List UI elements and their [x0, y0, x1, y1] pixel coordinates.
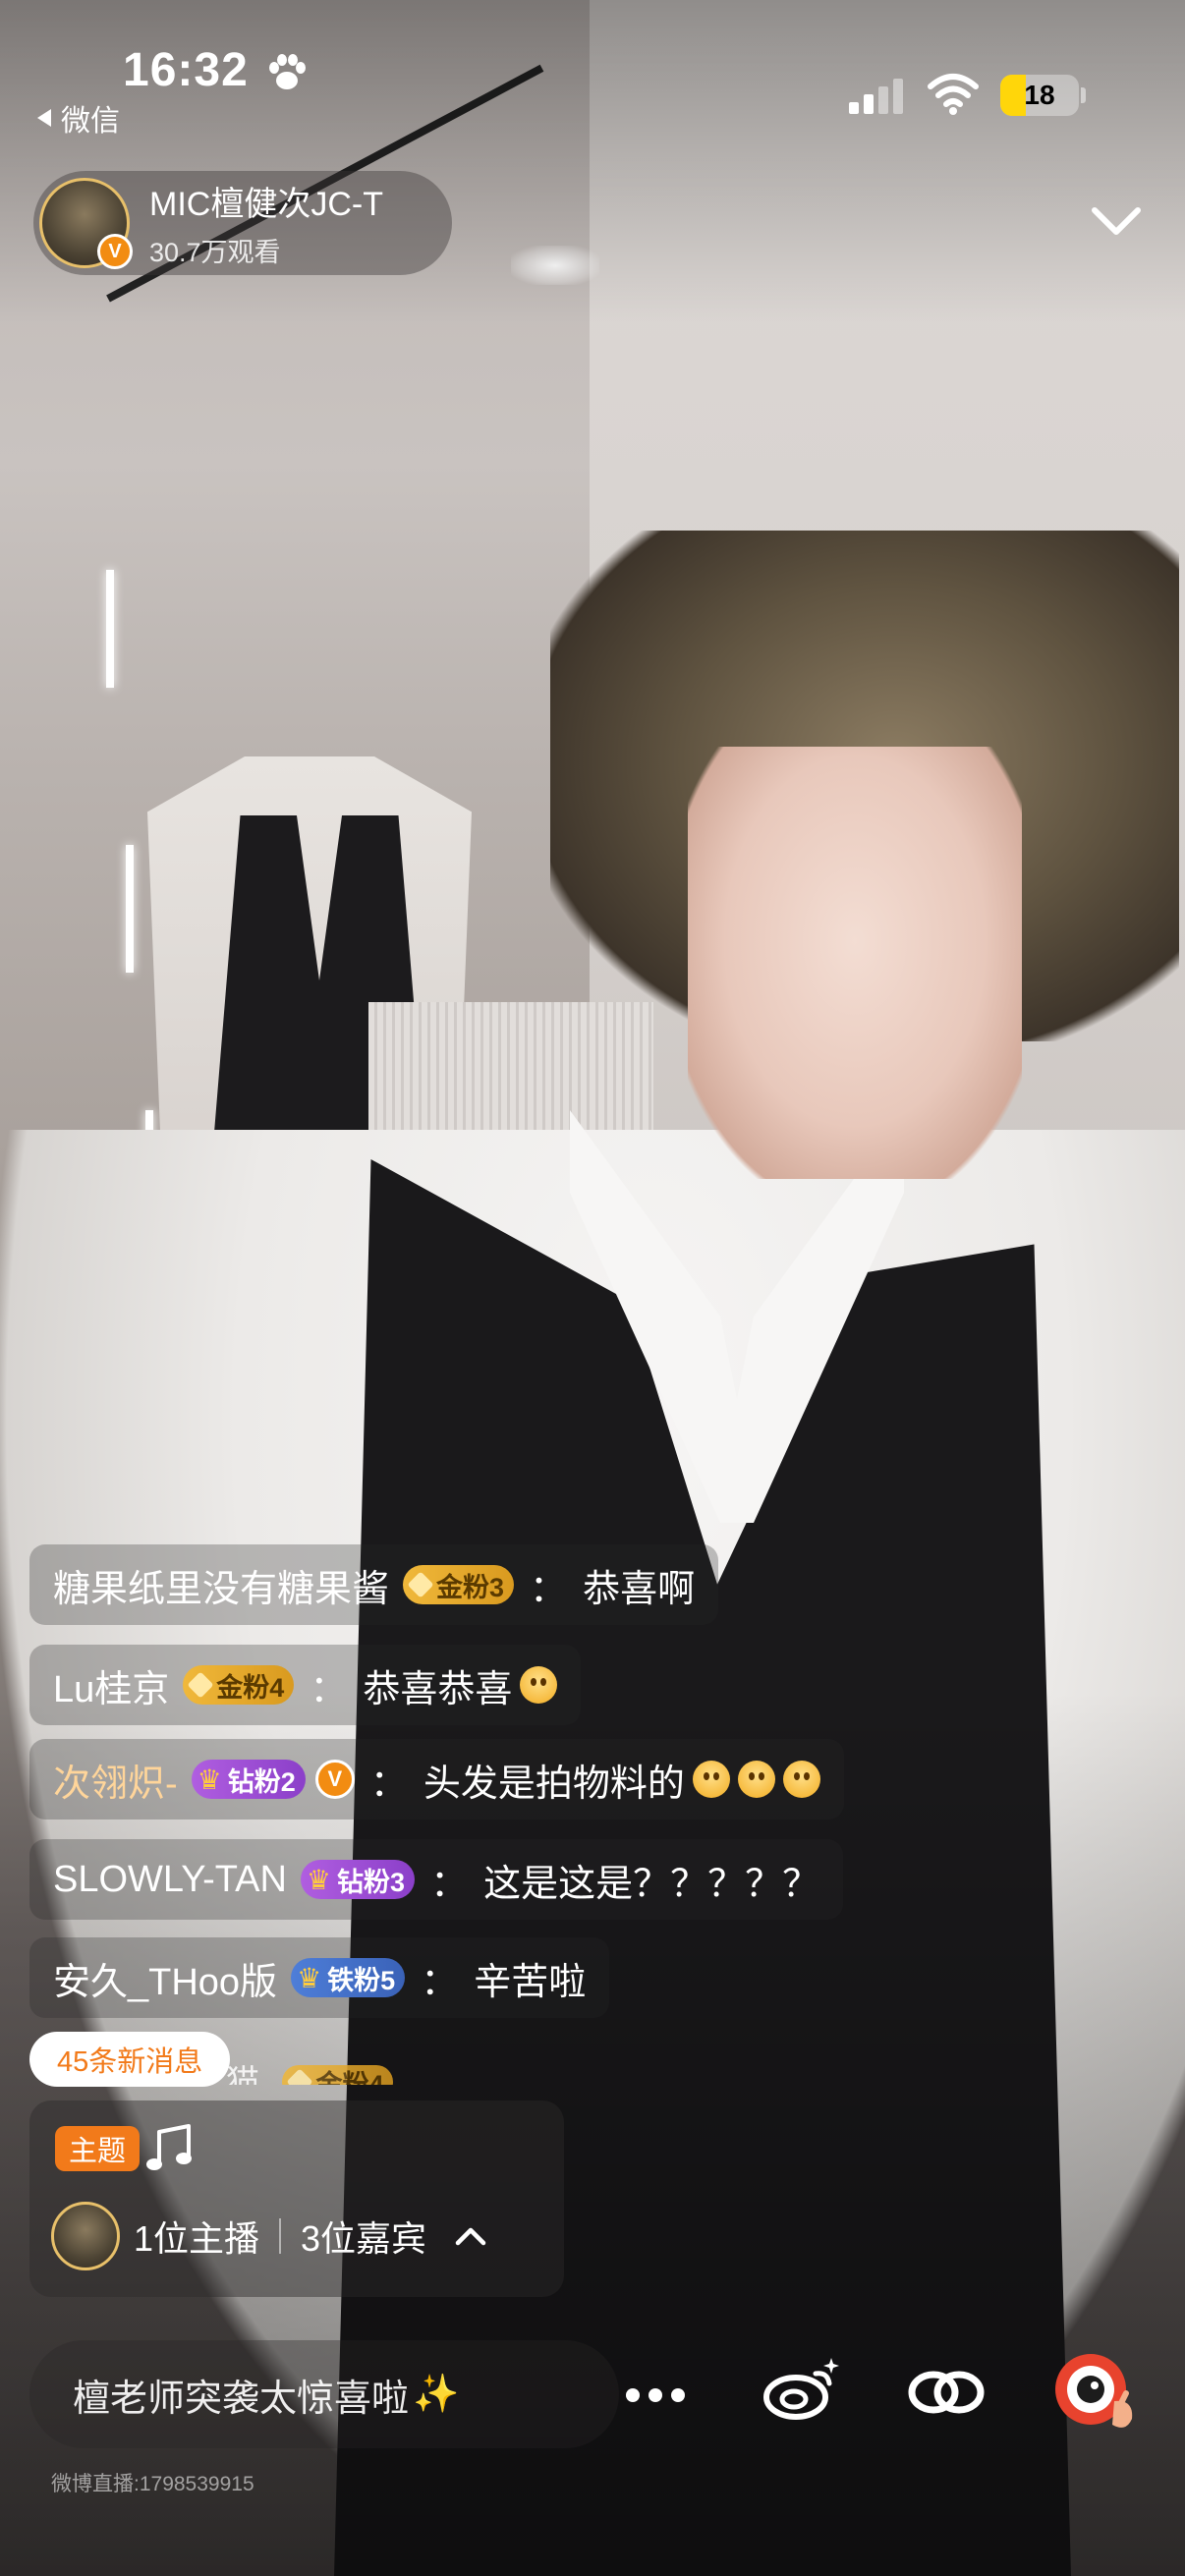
back-to-app[interactable]: 微信	[37, 96, 120, 140]
fan-badge-label: 钻粉2	[227, 1766, 296, 1797]
divider	[279, 2218, 282, 2254]
chevron-down-icon[interactable]	[1089, 202, 1144, 242]
comment-user: Lu桂京	[53, 1668, 170, 1710]
comment-item[interactable]: Lu桂京 金粉4 ： 恭喜恭喜	[29, 1645, 582, 1725]
crown-icon: ♛	[306, 1864, 332, 1895]
comment-text: 恭喜啊	[583, 1568, 696, 1610]
status-time: 16:32	[123, 44, 249, 96]
fan-badge: ♛ 钻粉2	[191, 1760, 306, 1799]
comment-item[interactable]: SLOWLY-TAN ♛ 钻粉3 ： 这是这是？？？？？	[29, 1839, 844, 1920]
comment-text: 头发是拍物料的	[423, 1763, 685, 1805]
paw-icon	[269, 54, 306, 89]
host-info: MIC檀健次JC-T 30.7万观看	[149, 177, 383, 269]
comment-colon: ：	[421, 1961, 459, 2003]
chevron-up-icon[interactable]	[454, 2224, 487, 2248]
fan-badge-label: 金粉3	[436, 1572, 505, 1602]
comment-item-partial: 猫 金粉4	[187, 2055, 481, 2085]
room-id: 微博直播:1798539915	[51, 2473, 254, 2495]
comment-user: 猫	[226, 2064, 259, 2085]
host-avatar-small[interactable]	[51, 2202, 120, 2270]
comment-colon: ：	[430, 1863, 469, 1905]
fan-badge: ♛ 铁粉5	[291, 1958, 406, 1997]
fan-badge: 金粉4	[183, 1665, 295, 1705]
host-count: 1位主播	[134, 2218, 260, 2259]
gem-icon	[407, 1571, 434, 1598]
comment-text: 恭喜恭喜	[363, 1668, 513, 1710]
host-name: MIC檀健次JC-T	[149, 186, 383, 223]
host-card[interactable]: V MIC檀健次JC-T 30.7万观看	[33, 171, 452, 275]
crown-icon: ♛	[297, 1962, 322, 1993]
comment-text: 辛苦啦	[474, 1961, 587, 2003]
fan-badge: ♛ 钻粉3	[300, 1860, 416, 1899]
gem-icon	[187, 1671, 214, 1699]
video-lamp	[126, 845, 134, 973]
video-person-face	[688, 747, 1022, 1179]
participants-row[interactable]: 1位主播 3位嘉宾	[51, 2199, 487, 2273]
guest-count: 3位嘉宾	[301, 2218, 427, 2259]
more-icon[interactable]	[615, 2366, 696, 2425]
host-avatar[interactable]: V	[39, 178, 133, 269]
comment-user: 安久_THoo版	[53, 1961, 278, 2003]
fan-badge-label: 金粉4	[315, 2069, 384, 2086]
battery-indicator: 18	[1000, 75, 1079, 116]
comment-user: 糖果纸里没有糖果酱	[53, 1568, 390, 1610]
back-arrow-icon	[37, 109, 51, 127]
comment-input[interactable]: 檀老师突袭太惊喜啦 ✨	[29, 2340, 619, 2448]
fan-badge-label: 金粉4	[216, 1672, 285, 1703]
topic-card[interactable]: 主题 1位主播 3位嘉宾	[29, 2100, 564, 2297]
surprised-emoji-icon	[782, 1761, 820, 1798]
battery-nub	[1081, 87, 1086, 103]
comment-user: 次翎炽-	[53, 1763, 178, 1805]
gem-icon	[286, 2068, 314, 2085]
verified-badge: V	[97, 234, 133, 269]
verified-badge: V	[314, 1760, 355, 1799]
fan-badge: 金粉3	[403, 1565, 515, 1604]
comment-input-placeholder: 檀老师突袭太惊喜啦	[73, 2378, 410, 2420]
gift-mascot-icon[interactable]	[1047, 2344, 1142, 2438]
video-lamp	[106, 570, 114, 688]
link-icon[interactable]	[904, 2358, 988, 2427]
view-count: 30.7万观看	[149, 238, 281, 267]
topic-tag: 主题	[55, 2126, 141, 2171]
comment-item[interactable]: 糖果纸里没有糖果酱 金粉3 ： 恭喜啊	[29, 1544, 719, 1625]
fan-badge: 金粉4	[282, 2065, 394, 2086]
fan-badge-label: 钻粉3	[337, 1867, 406, 1897]
sparkle-icon: ✨	[413, 2374, 460, 2415]
comment-colon: ：	[310, 1668, 348, 1710]
back-app-label: 微信	[61, 105, 120, 138]
battery-percent: 18	[1024, 80, 1055, 110]
music-note-icon	[146, 2124, 192, 2170]
weibo-share-icon[interactable]	[759, 2352, 843, 2431]
comment-item[interactable]: 安久_THoo版 ♛ 铁粉5 ： 辛苦啦	[29, 1937, 610, 2018]
laughing-emoji-icon	[520, 1666, 558, 1704]
comment-user: SLOWLY-TAN	[53, 1858, 287, 1900]
comment-colon: ：	[369, 1763, 408, 1805]
comment-item[interactable]: 次翎炽- ♛ 钻粉2 V ： 头发是拍物料的	[29, 1739, 844, 1820]
wifi-icon	[928, 74, 979, 115]
fan-badge-label: 铁粉5	[327, 1965, 396, 1995]
crown-icon: ♛	[197, 1764, 222, 1795]
new-messages-button[interactable]: 45条新消息	[29, 2032, 231, 2087]
cellular-signal-icon	[849, 79, 903, 114]
comment-text: 这是这是？？？？？	[483, 1863, 820, 1905]
surprised-emoji-icon	[737, 1761, 775, 1798]
surprised-emoji-icon	[692, 1761, 730, 1798]
comment-colon: ：	[530, 1568, 568, 1610]
